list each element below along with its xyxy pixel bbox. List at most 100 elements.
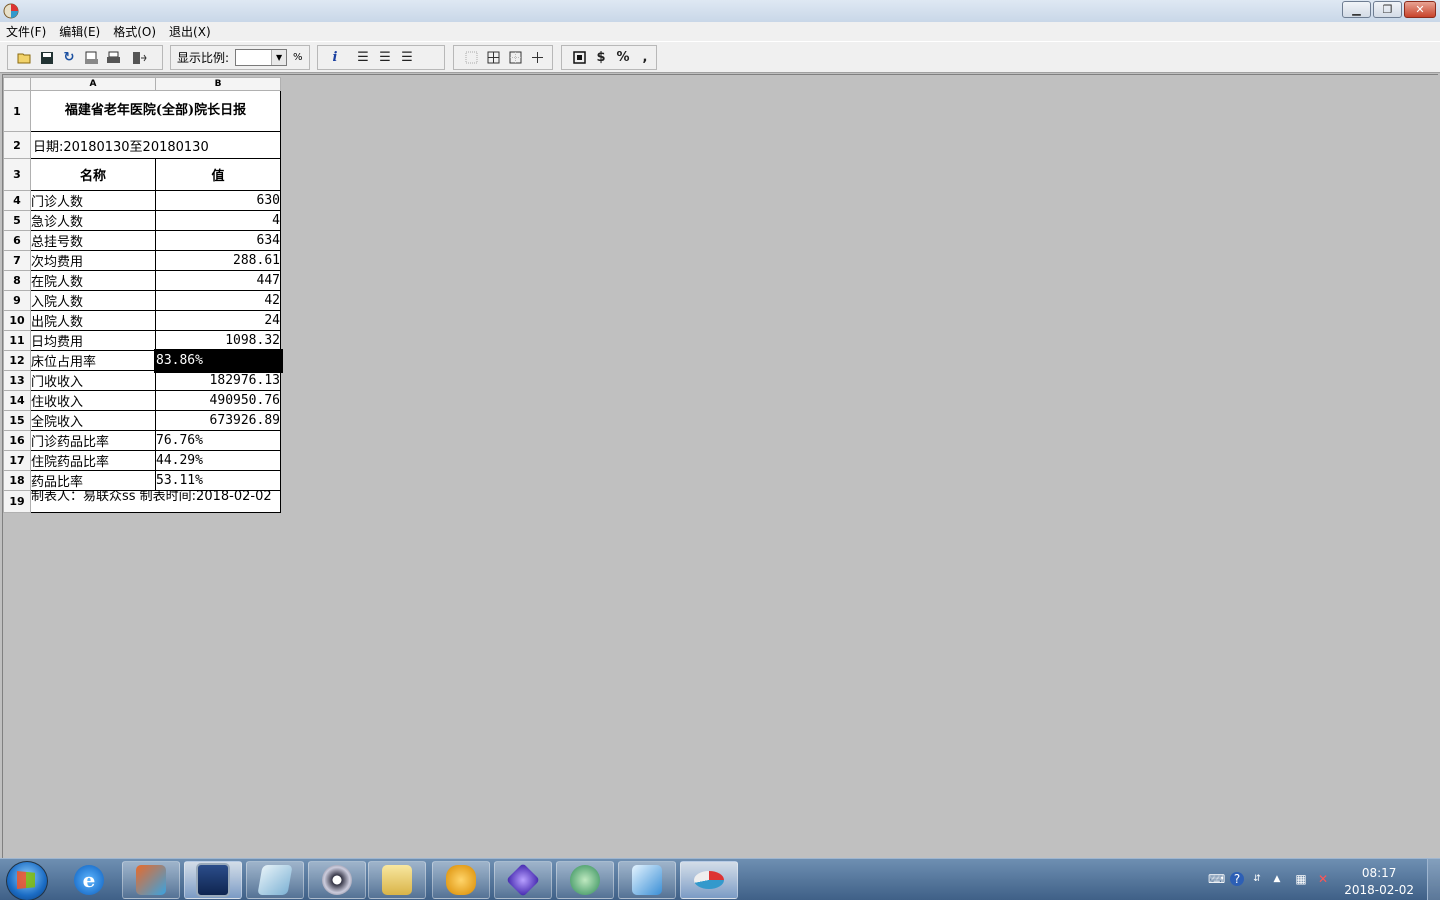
taskbar-app-8[interactable] [556, 861, 614, 899]
metric-name-cell[interactable]: 住收收入 [30, 390, 156, 411]
metric-name-cell[interactable]: 总挂号数 [30, 230, 156, 251]
row-header[interactable]: 1 [3, 90, 31, 132]
taskbar-app-10[interactable] [680, 861, 738, 899]
keyboard-icon[interactable]: ⌨ [1208, 872, 1225, 886]
language-bar-icon[interactable]: ⇵ [1250, 872, 1264, 886]
metric-name-cell[interactable]: 床位占用率 [30, 350, 156, 371]
percent-format-button[interactable]: % [612, 47, 634, 69]
row-header[interactable]: 10 [3, 310, 31, 331]
sheet-corner[interactable] [3, 77, 31, 91]
refresh-icon[interactable]: ↻ [58, 47, 80, 69]
outer-border-icon[interactable] [504, 47, 526, 69]
metric-value-cell[interactable]: 673926.89 [155, 410, 281, 431]
metric-value-cell[interactable]: 53.11% [155, 470, 281, 491]
row-header[interactable]: 6 [3, 230, 31, 251]
start-button[interactable] [6, 861, 48, 900]
metric-name-cell[interactable]: 门诊人数 [30, 190, 156, 211]
metric-name-cell[interactable]: 门收收入 [30, 370, 156, 391]
taskbar-ie-button[interactable]: e [60, 861, 118, 899]
no-border-icon[interactable] [460, 47, 482, 69]
row-header[interactable]: 17 [3, 450, 31, 471]
align-left-icon[interactable]: ☰ [352, 47, 374, 69]
row-header[interactable]: 15 [3, 410, 31, 431]
metric-value-cell[interactable]: 182976.13 [155, 370, 281, 391]
metric-name-cell[interactable]: 日均费用 [30, 330, 156, 351]
close-button[interactable]: ✕ [1404, 1, 1436, 18]
menu-format[interactable]: 格式(O) [113, 23, 163, 40]
metric-value-cell[interactable]: 288.61 [155, 250, 281, 271]
row-header[interactable]: 2 [3, 131, 31, 159]
taskbar-app-3[interactable] [246, 861, 304, 899]
show-desktop-button[interactable] [1427, 859, 1440, 900]
metric-value-cell[interactable]: 634 [155, 230, 281, 251]
report-date-range[interactable]: 日期:20180130至20180130 [30, 131, 281, 159]
metric-value-cell[interactable]: 630 [155, 190, 281, 211]
row-header[interactable]: 5 [3, 210, 31, 231]
print-icon[interactable] [102, 47, 124, 69]
restore-button[interactable]: ❐ [1373, 1, 1402, 18]
system-clock[interactable]: 08:17 2018-02-02 [1344, 865, 1414, 899]
selected-value-cell[interactable]: 83.86% [153, 348, 283, 373]
row-header[interactable]: 7 [3, 250, 31, 271]
metric-name-cell[interactable]: 药品比率 [30, 470, 156, 491]
metric-name-cell[interactable]: 次均费用 [30, 250, 156, 271]
menu-exit[interactable]: 退出(X) [169, 23, 218, 40]
align-right-icon[interactable]: ☰ [396, 47, 418, 69]
metric-value-cell[interactable]: 24 [155, 310, 281, 331]
column-header-b[interactable]: B [155, 77, 281, 91]
row-header[interactable]: 8 [3, 270, 31, 291]
metric-value-cell[interactable]: 490950.76 [155, 390, 281, 411]
taskbar-app-9[interactable] [618, 861, 676, 899]
all-borders-icon[interactable] [482, 47, 504, 69]
taskbar-app-1[interactable] [122, 861, 180, 899]
column-header-a[interactable]: A [30, 77, 156, 91]
row-header[interactable]: 14 [3, 390, 31, 411]
metric-value-cell[interactable]: 447 [155, 270, 281, 291]
show-hidden-icons-icon[interactable]: ▲ [1270, 872, 1284, 886]
number-format-icon[interactable] [568, 47, 590, 69]
metric-name-cell[interactable]: 全院收入 [30, 410, 156, 431]
chevron-down-icon[interactable]: ▼ [271, 50, 287, 65]
window-title-bar[interactable]: ▁ ❐ ✕ [0, 0, 1440, 23]
metric-name-cell[interactable]: 门诊药品比率 [30, 430, 156, 451]
help-icon[interactable]: ? [1230, 872, 1244, 886]
row-header[interactable]: 3 [3, 158, 31, 191]
taskbar-app-4[interactable] [308, 861, 366, 899]
metric-name-cell[interactable]: 入院人数 [30, 290, 156, 311]
metric-value-cell[interactable]: 44.29% [155, 450, 281, 471]
metric-name-cell[interactable]: 出院人数 [30, 310, 156, 331]
row-header[interactable]: 19 [3, 490, 31, 513]
row-header[interactable]: 18 [3, 470, 31, 491]
taskbar-app-7[interactable] [494, 861, 552, 899]
taskbar-app-2[interactable] [184, 861, 242, 899]
volume-muted-icon[interactable]: ✕ [1316, 872, 1330, 886]
metric-value-cell[interactable]: 42 [155, 290, 281, 311]
metric-name-cell[interactable]: 在院人数 [30, 270, 156, 291]
header-value-cell[interactable]: 值 [155, 158, 281, 191]
menu-file[interactable]: 文件(F) [6, 23, 53, 40]
row-header[interactable]: 13 [3, 370, 31, 391]
print-preview-icon[interactable] [80, 47, 102, 69]
row-header[interactable]: 11 [3, 330, 31, 351]
menu-edit[interactable]: 编辑(E) [59, 23, 107, 40]
report-footer[interactable]: 制表人：易联众ss 制表时间:2018-02-02 [30, 490, 281, 513]
report-title[interactable]: 福建省老年医院(全部)院长日报 [30, 90, 281, 132]
export-icon[interactable] [128, 47, 150, 69]
metric-value-cell[interactable]: 1098.32 [155, 330, 281, 351]
metric-name-cell[interactable]: 住院药品比率 [30, 450, 156, 471]
minimize-button[interactable]: ▁ [1342, 1, 1371, 18]
zoom-select[interactable]: ▼ [235, 49, 288, 66]
row-header[interactable]: 12 [3, 350, 31, 371]
header-name-cell[interactable]: 名称 [30, 158, 156, 191]
save-icon[interactable] [36, 47, 58, 69]
row-header[interactable]: 9 [3, 290, 31, 311]
open-folder-icon[interactable] [14, 47, 36, 69]
align-center-icon[interactable]: ☰ [374, 47, 396, 69]
currency-format-button[interactable]: $ [590, 47, 612, 69]
taskbar-app-6[interactable] [432, 861, 490, 899]
metric-value-cell[interactable]: 76.76% [155, 430, 281, 451]
network-icon[interactable]: ▦ [1294, 872, 1308, 886]
info-icon[interactable]: i [324, 47, 346, 69]
comma-format-button[interactable]: , [634, 47, 656, 69]
inner-border-icon[interactable] [526, 47, 548, 69]
